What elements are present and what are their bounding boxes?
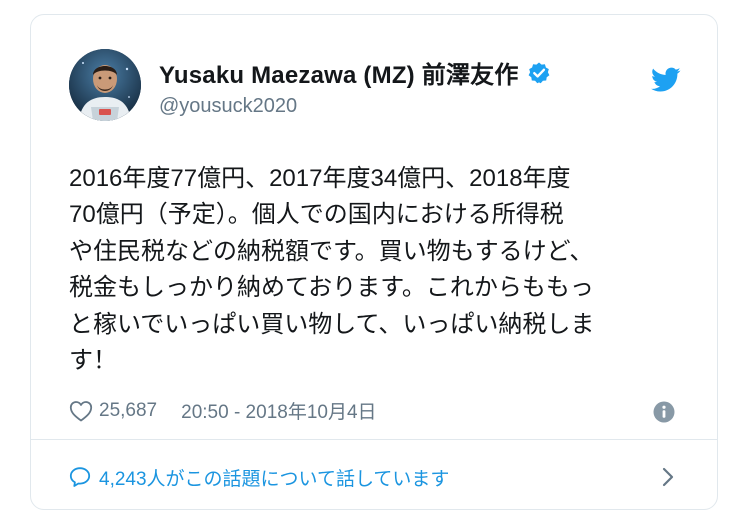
tweet-text: 2016年度77億円、2017年度34億円、2018年度 70億円（予定）。個人… <box>69 165 595 375</box>
divider <box>31 439 717 440</box>
display-name[interactable]: Yusaku Maezawa (MZ) 前澤友作 <box>159 55 519 90</box>
conversation-label[interactable]: 4,243人がこの話題について話しています <box>99 464 449 491</box>
chevron-right-icon[interactable] <box>661 466 675 488</box>
verified-badge-icon <box>527 61 551 85</box>
avatar[interactable] <box>69 49 141 121</box>
name-row: Yusaku Maezawa (MZ) 前澤友作 <box>159 55 551 90</box>
like-count[interactable]: 25,687 <box>99 400 157 422</box>
conversation-link[interactable]: 4,243人がこの話題について話しています <box>69 461 689 493</box>
tweet-card: Yusaku Maezawa (MZ) 前澤友作 @yousuck2020 20… <box>30 14 718 510</box>
twitter-bird-icon[interactable] <box>651 67 681 93</box>
tweet-timestamp[interactable]: 20:50 - 2018年10月4日 <box>181 397 376 424</box>
tweet-meta: 25,687 20:50 - 2018年10月4日 <box>69 397 377 424</box>
speech-bubble-icon <box>69 467 91 487</box>
avatar-image <box>69 49 141 121</box>
heart-icon[interactable] <box>69 400 93 422</box>
user-handle[interactable]: @yousuck2020 <box>159 95 297 118</box>
info-icon[interactable] <box>653 401 675 423</box>
